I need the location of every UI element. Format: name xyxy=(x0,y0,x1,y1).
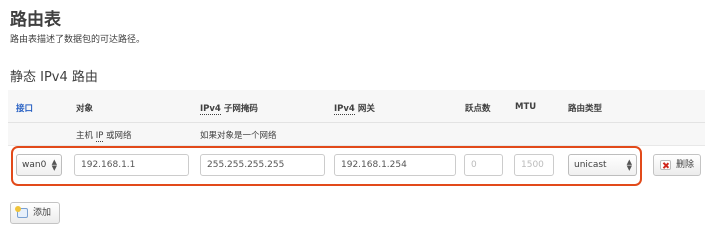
abbr-ipv4: IPv4 xyxy=(200,104,221,115)
target-hint-post: 或网络 xyxy=(103,131,132,141)
interface-select[interactable]: wan0 ▲ ▼ xyxy=(16,154,62,176)
netmask-input[interactable]: 255.255.255.255 xyxy=(200,154,325,176)
gateway-input[interactable]: 192.168.1.254 xyxy=(334,154,456,176)
add-button[interactable]: 添加 xyxy=(10,202,60,224)
interface-select-value: wan0 xyxy=(22,160,47,170)
column-header-target: 对象 xyxy=(76,104,94,114)
column-header-mtu: MTU xyxy=(515,102,537,112)
table-header-row: 接口 对象 IPv4 子网掩码 IPv4 网关 跃点数 MTU 路由类型 xyxy=(8,90,705,123)
table-row: wan0 ▲ ▼ 192.168.1.1 255.255.255.255 192.… xyxy=(8,148,705,194)
target-input[interactable]: 192.168.1.1 xyxy=(74,154,189,176)
route-type-select[interactable]: unicast ▲ ▼ xyxy=(568,154,637,176)
table-subheader-row: 主机 IP 或网络 如果对象是一个网络 xyxy=(8,123,705,146)
target-hint-pre: 主机 xyxy=(76,131,96,141)
column-header-gateway-text: 网关 xyxy=(354,104,375,114)
page-description: 路由表描述了数据包的可达路径。 xyxy=(10,35,146,45)
route-type-select-value: unicast xyxy=(574,160,607,170)
column-header-netmask: IPv4 子网掩码 xyxy=(200,102,258,115)
netmask-hint: 如果对象是一个网络 xyxy=(200,131,277,141)
metric-input[interactable]: 0 xyxy=(464,154,503,176)
target-hint: 主机 IP 或网络 xyxy=(76,129,132,142)
column-header-metric: 跃点数 xyxy=(465,104,491,114)
delete-button[interactable]: 删除 xyxy=(653,154,701,176)
add-icon xyxy=(15,206,28,218)
column-header-gateway: IPv4 网关 xyxy=(334,102,375,115)
add-button-label: 添加 xyxy=(33,208,52,218)
page-title: 路由表 xyxy=(10,10,61,30)
column-header-netmask-text: 子网掩码 xyxy=(220,104,258,114)
abbr-ipv4: IPv4 xyxy=(334,104,355,115)
select-arrows-icon: ▲ ▼ xyxy=(626,158,632,172)
mtu-input[interactable]: 1500 xyxy=(514,154,554,176)
column-header-route-type: 路由类型 xyxy=(568,104,603,114)
route-table: 接口 对象 IPv4 子网掩码 IPv4 网关 跃点数 MTU 路由类型 主机 … xyxy=(8,90,705,194)
delete-icon xyxy=(660,160,671,170)
delete-button-label: 删除 xyxy=(676,160,695,170)
section-title: 静态 IPv4 路由 xyxy=(10,70,98,85)
column-header-interface[interactable]: 接口 xyxy=(16,102,33,114)
select-arrows-icon: ▲ ▼ xyxy=(51,158,57,172)
